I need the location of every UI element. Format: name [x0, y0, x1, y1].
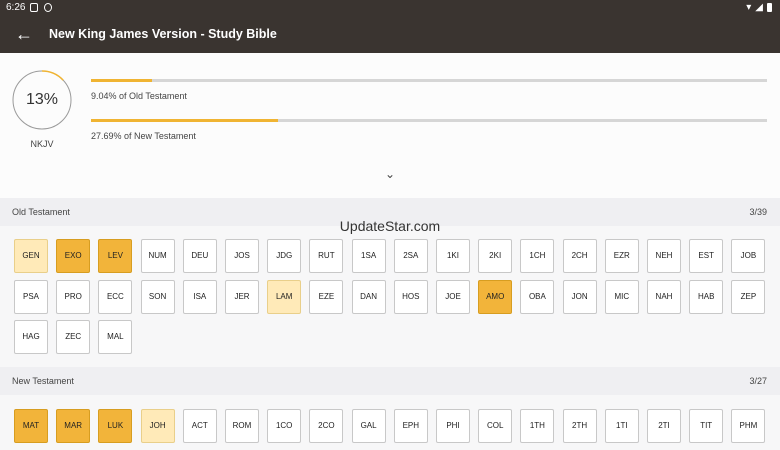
book-hag-button[interactable]: HAG: [14, 320, 48, 354]
notification-icon: [44, 3, 52, 12]
book-jer-button[interactable]: JER: [225, 279, 259, 314]
book-col-button[interactable]: COL: [478, 409, 513, 443]
book-nah-button[interactable]: NAH: [647, 279, 681, 314]
book-pro-button[interactable]: PRO: [56, 279, 91, 314]
status-time: 6:26: [6, 2, 26, 13]
book-jon-button[interactable]: JON: [562, 279, 597, 314]
book-zec-button[interactable]: ZEC: [56, 320, 91, 354]
book-neh-button[interactable]: NEH: [647, 239, 681, 273]
book-joe-button[interactable]: JOE: [436, 279, 470, 314]
status-bar: 6:26 ▾ ◢: [0, 0, 780, 16]
book-2co-button[interactable]: 2CO: [309, 409, 344, 443]
book-est-button[interactable]: EST: [689, 239, 724, 273]
page-title: New King James Version - Study Bible: [49, 27, 277, 41]
book-job-button[interactable]: JOB: [731, 239, 766, 273]
sd-card-icon: [30, 3, 38, 12]
book-deu-button[interactable]: DEU: [182, 239, 217, 273]
version-label: NKJV: [30, 139, 54, 149]
book-phi-button[interactable]: PHI: [436, 409, 470, 443]
old-testament-progress-bar: [91, 79, 767, 82]
section-title: Old Testament: [12, 207, 70, 217]
book-luk-button[interactable]: LUK: [98, 409, 133, 443]
book-2th-button[interactable]: 2TH: [562, 409, 597, 443]
new-testament-header: New Testament 3/27: [0, 367, 780, 395]
expand-chevron-icon[interactable]: ⌄: [383, 167, 397, 181]
book-eph-button[interactable]: EPH: [393, 409, 428, 443]
book-gen-button[interactable]: GEN: [14, 239, 48, 273]
new-testament-progress-fill: [91, 119, 279, 122]
book-num-button[interactable]: NUM: [140, 239, 175, 273]
book-isa-button[interactable]: ISA: [182, 279, 217, 314]
book-2ki-button[interactable]: 2KI: [478, 239, 513, 273]
book-phm-button[interactable]: PHM: [731, 409, 766, 443]
book-1ti-button[interactable]: 1TI: [604, 409, 639, 443]
back-arrow-icon[interactable]: ←: [14, 24, 34, 44]
book-son-button[interactable]: SON: [140, 279, 175, 314]
book-1th-button[interactable]: 1TH: [520, 409, 555, 443]
signal-icon: ◢: [755, 2, 763, 13]
old-testament-progress-fill: [91, 79, 153, 82]
section-title: New Testament: [12, 376, 74, 386]
book-rut-button[interactable]: RUT: [309, 239, 344, 273]
overall-percent: 13%: [25, 91, 59, 108]
book-tit-button[interactable]: TIT: [689, 409, 724, 443]
battery-icon: [767, 3, 772, 12]
book-exo-button[interactable]: EXO: [56, 239, 91, 273]
book-joh-button[interactable]: JOH: [140, 409, 175, 443]
book-zep-button[interactable]: ZEP: [731, 279, 766, 314]
wifi-icon: ▾: [746, 2, 752, 13]
old-testament-progress-caption: 9.04% of Old Testament: [91, 91, 187, 101]
book-amo-button[interactable]: AMO: [478, 279, 513, 314]
watermark: UpdateStar.com: [339, 218, 441, 234]
book-rom-button[interactable]: ROM: [225, 409, 259, 443]
book-1co-button[interactable]: 1CO: [267, 409, 302, 443]
book-hab-button[interactable]: HAB: [689, 279, 724, 314]
book-2sa-button[interactable]: 2SA: [393, 239, 428, 273]
book-mal-button[interactable]: MAL: [98, 320, 133, 354]
book-jdg-button[interactable]: JDG: [267, 239, 302, 273]
book-jos-button[interactable]: JOS: [225, 239, 259, 273]
new-testament-progress-caption: 27.69% of New Testament: [91, 131, 196, 141]
book-ezr-button[interactable]: EZR: [604, 239, 639, 273]
book-mat-button[interactable]: MAT: [14, 409, 48, 443]
book-mar-button[interactable]: MAR: [56, 409, 91, 443]
book-mic-button[interactable]: MIC: [604, 279, 639, 314]
book-lev-button[interactable]: LEV: [98, 239, 133, 273]
book-eze-button[interactable]: EZE: [309, 279, 344, 314]
book-ecc-button[interactable]: ECC: [98, 279, 133, 314]
progress-summary: 13% NKJV 9.04% of Old Testament 27.69% o…: [0, 53, 780, 198]
book-gal-button[interactable]: GAL: [351, 409, 386, 443]
new-testament-progress-bar: [91, 119, 767, 122]
section-count: 3/27: [749, 376, 767, 386]
book-lam-button[interactable]: LAM: [267, 279, 302, 314]
book-act-button[interactable]: ACT: [182, 409, 217, 443]
book-hos-button[interactable]: HOS: [393, 279, 428, 314]
book-psa-button[interactable]: PSA: [14, 279, 48, 314]
app-bar: ← New King James Version - Study Bible: [0, 16, 780, 53]
book-oba-button[interactable]: OBA: [520, 279, 555, 314]
book-1ch-button[interactable]: 1CH: [520, 239, 555, 273]
book-1sa-button[interactable]: 1SA: [351, 239, 386, 273]
book-dan-button[interactable]: DAN: [351, 279, 386, 314]
section-count: 3/39: [749, 207, 767, 217]
book-2ti-button[interactable]: 2TI: [647, 409, 681, 443]
book-2ch-button[interactable]: 2CH: [562, 239, 597, 273]
book-1ki-button[interactable]: 1KI: [436, 239, 470, 273]
